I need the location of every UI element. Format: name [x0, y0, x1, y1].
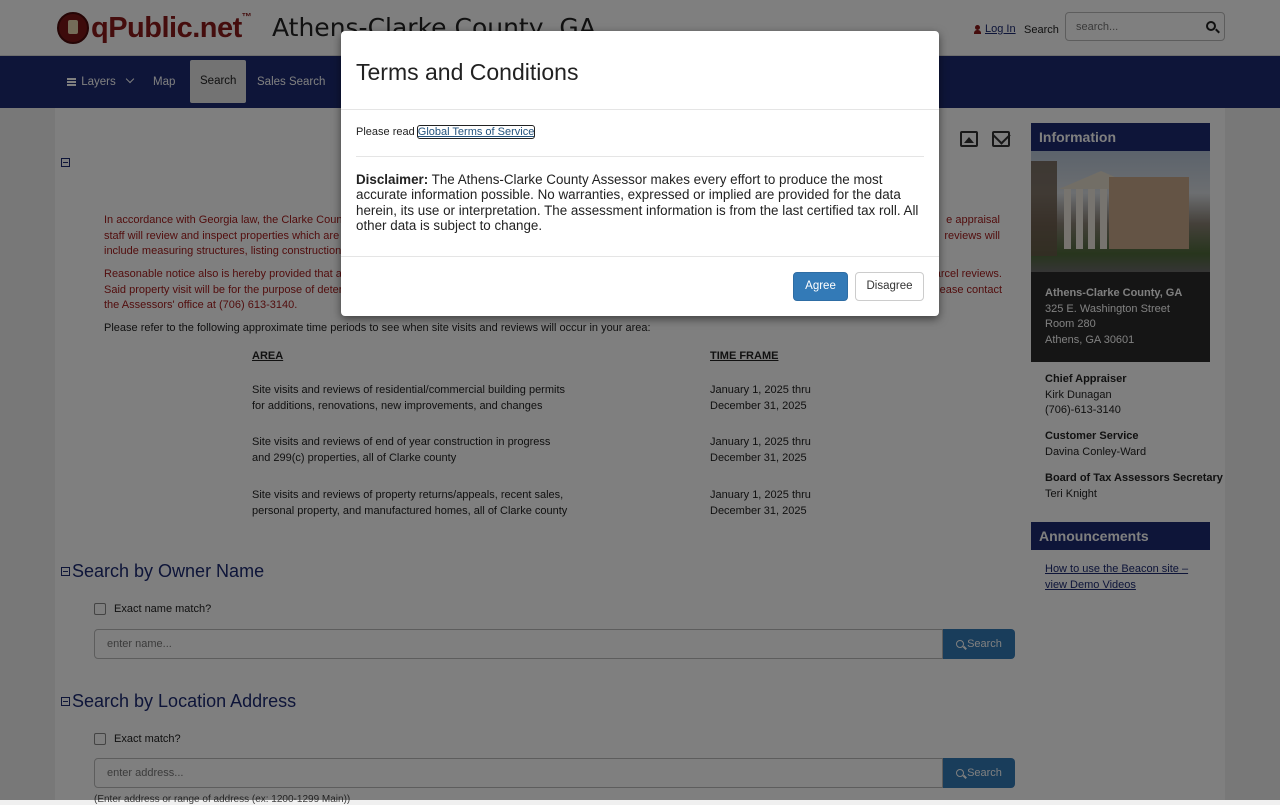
terms-of-service-link[interactable]: Global Terms of Service [416, 125, 536, 139]
disagree-button[interactable]: Disagree [855, 272, 924, 301]
disclaimer-text: Disclaimer: The Athens-Clarke County Ass… [356, 172, 919, 233]
modal-title: Terms and Conditions [356, 59, 579, 85]
divider [341, 256, 939, 257]
divider [356, 156, 924, 157]
divider [341, 109, 939, 110]
agree-button[interactable]: Agree [793, 272, 848, 301]
terms-read-line: Please read Global Terms of Service [356, 125, 536, 139]
terms-modal: Terms and Conditions Please read Global … [341, 31, 939, 316]
